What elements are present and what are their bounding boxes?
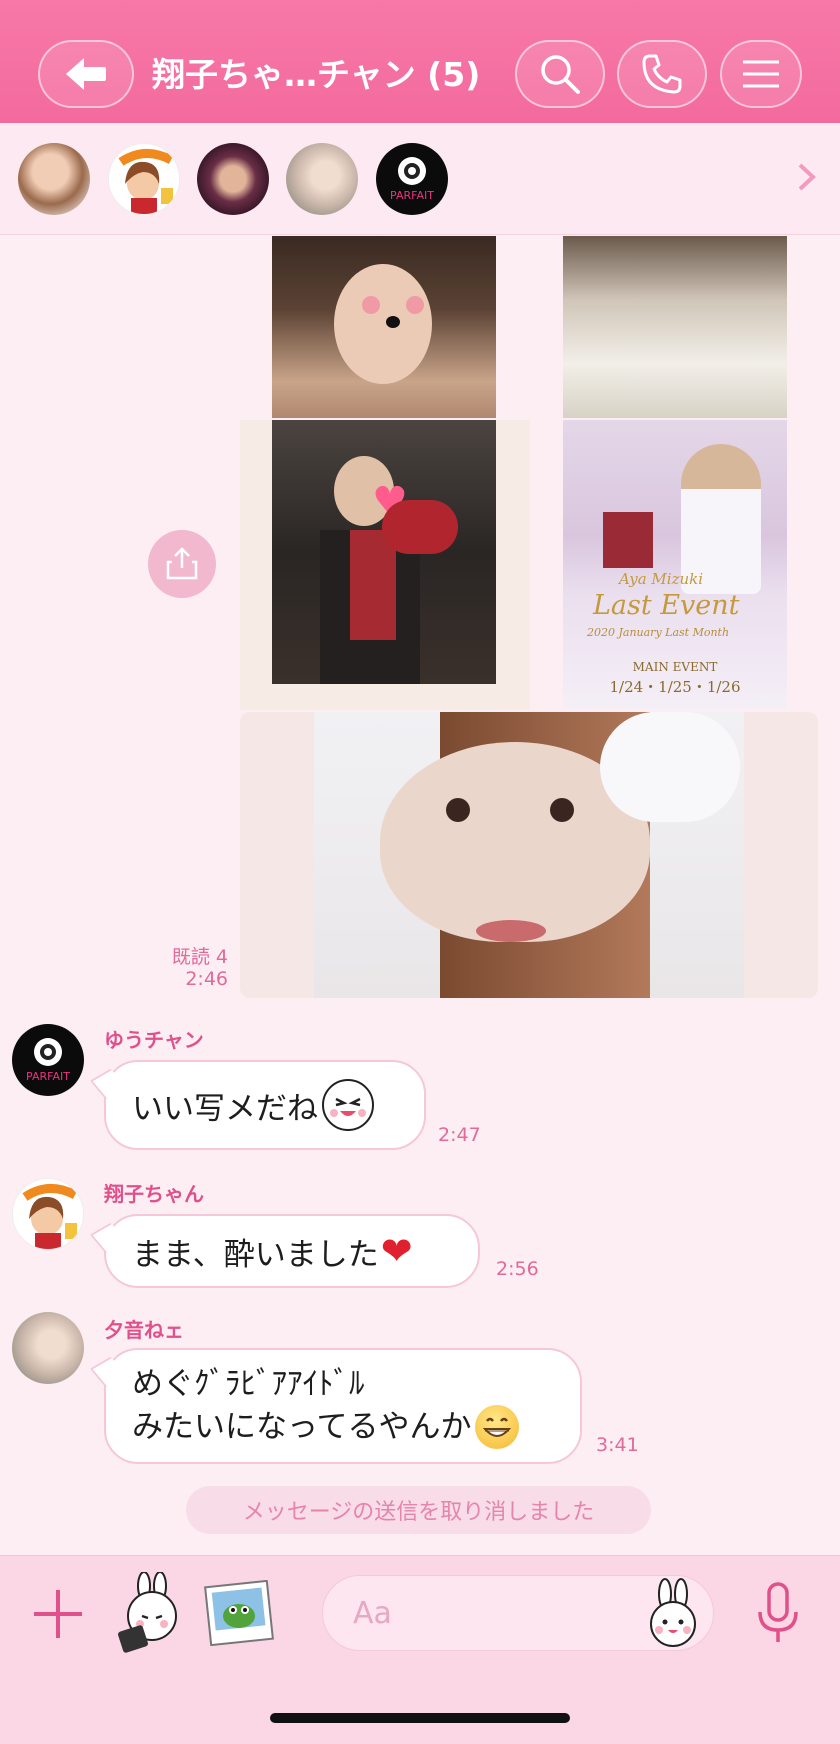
poster-title-line1: Aya Mizuki [619,570,704,588]
poster-title-line2: Last Event [593,590,740,621]
photo-thumbnail[interactable] [272,236,496,418]
message-time: 2:56 [496,1258,539,1280]
sender-name: 夕音ねェ [104,1318,184,1342]
message-bubble[interactable]: まま、酔いました ❤ [104,1214,480,1288]
menu-button[interactable] [720,40,802,108]
sender-avatar[interactable] [12,1312,84,1384]
event-poster[interactable]: Aya Mizuki Last Event 2020 January Last … [563,420,787,710]
chat-header: 翔子ちゃ…チャン (5) [0,0,840,123]
sender-name: 翔子ちゃん [104,1182,204,1206]
message-time: 2:46 [185,968,228,990]
microphone-icon[interactable] [756,1582,800,1646]
menu-icon [743,60,779,88]
photo-icon[interactable] [204,1580,274,1646]
plus-icon[interactable] [32,1588,84,1640]
message-text: まま、酔いました [132,1236,379,1273]
sticker-icon[interactable] [114,1572,190,1656]
sender-avatar[interactable]: PARFAIT [12,1024,84,1096]
laughing-sticker-icon [322,1079,374,1131]
parfait-logo-icon: PARFAIT [390,157,434,202]
svg-text:PARFAIT: PARFAIT [390,189,434,202]
message-bubble[interactable]: いい写メだね [104,1060,426,1150]
parfait-logo-icon: PARFAIT [26,1038,70,1083]
member-avatar[interactable] [197,143,269,215]
photo-thumbnail[interactable] [240,712,818,998]
avatar-logo-text: PARFAIT [26,1070,70,1083]
back-arrow-icon [66,58,106,90]
call-button[interactable] [617,40,707,108]
cheers-avatar-illustration [22,1184,78,1249]
chevron-right-icon[interactable] [796,161,818,193]
chat-title: 翔子ちゃ…チャン (5) [152,55,481,94]
back-button[interactable] [38,40,134,108]
share-icon [166,547,198,580]
message-input[interactable]: Aa [322,1575,714,1651]
member-avatar[interactable] [18,143,90,215]
photo-thumbnail[interactable] [563,236,787,418]
message-time: 3:41 [596,1434,639,1456]
poster-subtitle: 2020 January Last Month [587,626,730,639]
unsent-notice: メッセージの送信を取り消しました [186,1486,651,1534]
home-indicator [270,1713,570,1723]
poster-dates: 1/24・1/25・1/26 [609,678,741,696]
emoji-sticker-icon[interactable] [641,1578,705,1650]
member-strip: PARFAIT [0,123,840,235]
message-text: いい写メだね [132,1090,318,1127]
cheers-avatar-illustration [118,149,174,214]
sender-name: ゆうチャン [104,1028,204,1052]
member-avatar[interactable]: PARFAIT [376,143,448,215]
sender-avatar[interactable] [12,1178,84,1250]
heart-emoji: ❤ [380,1229,413,1273]
search-button[interactable] [515,40,605,108]
message-text-line1: めぐｸﾞﾗﾋﾞｱｱｲﾄﾞﾙ [132,1366,365,1402]
member-avatar[interactable] [108,143,180,215]
read-count-label: 既読 4 [171,946,228,968]
message-text-line2: みたいになってるやんか [132,1409,472,1445]
grinning-face-icon [475,1405,520,1449]
member-avatar[interactable] [286,143,358,215]
message-time: 2:47 [438,1124,481,1146]
share-button[interactable] [148,530,216,598]
search-icon [541,55,580,94]
phone-icon [642,54,682,94]
message-bubble[interactable]: めぐｸﾞﾗﾋﾞｱｱｲﾄﾞﾙ みたいになってるやんか [104,1348,582,1464]
input-placeholder: Aa [353,1596,392,1631]
poster-main-event: MAIN EVENT [632,660,718,674]
photo-thumbnail[interactable]: ♥ [272,420,496,684]
